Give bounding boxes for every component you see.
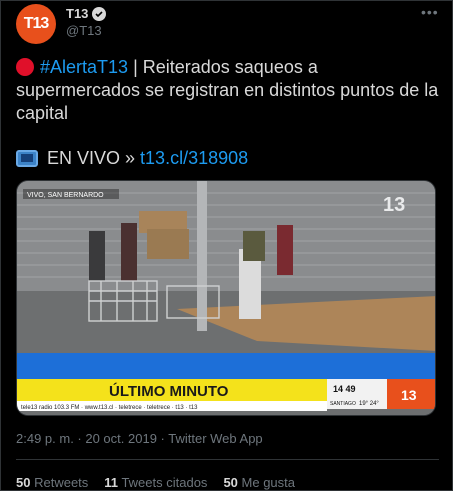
clock-readout: 14 49 xyxy=(333,384,356,394)
live-link[interactable]: t13.cl/318908 xyxy=(140,148,248,169)
quote-tweets-stat[interactable]: 11 Tweets citados xyxy=(104,475,207,490)
engagement-stats: 50 Retweets 11 Tweets citados 50 Me gust… xyxy=(16,475,295,490)
media-video[interactable]: VIVO, SAN BERNARDO 13 ÚLTIMO MINUTO 14 4… xyxy=(16,180,436,416)
live-label: EN VIVO » xyxy=(47,148,136,168)
likes-stat[interactable]: 50 Me gusta xyxy=(223,475,295,490)
ticker-text: tele13 radio 103.3 FM · www.t13.cl · tel… xyxy=(21,405,198,411)
television-icon xyxy=(16,150,38,167)
retweets-label: Retweets xyxy=(34,475,89,490)
name-row: T13 xyxy=(66,6,107,21)
quote-tweets-count: 11 xyxy=(104,475,119,490)
location-tag: VIVO, SAN BERNARDO xyxy=(27,192,104,199)
avatar[interactable]: T13 xyxy=(16,4,56,44)
live-row: EN VIVO » t13.cl/318908 xyxy=(16,148,248,169)
red-circle-icon xyxy=(16,58,34,76)
channel-watermark: 13 xyxy=(383,194,405,216)
likes-count: 50 xyxy=(223,475,238,490)
banner-logo: 13 xyxy=(401,387,417,403)
tweet-card: T13 T13 @T13 ••• #AlertaT13 | Reiterados… xyxy=(0,0,453,491)
retweets-stat[interactable]: 50 Retweets xyxy=(16,475,88,490)
banner-text: ÚLTIMO MINUTO xyxy=(109,382,229,400)
video-frame: VIVO, SAN BERNARDO 13 ÚLTIMO MINUTO 14 4… xyxy=(17,181,435,415)
avatar-logo-text: T13 xyxy=(23,15,50,32)
quote-tweets-label: Tweets citados xyxy=(121,475,208,490)
hashtag-link[interactable]: #AlertaT13 xyxy=(40,57,128,77)
city-label: SANTIAGO xyxy=(330,401,356,407)
tweet-text: #AlertaT13 | Reiterados saqueos a superm… xyxy=(16,56,441,125)
more-options-icon[interactable]: ••• xyxy=(421,5,438,19)
retweets-count: 50 xyxy=(16,475,31,490)
verified-badge-icon xyxy=(92,6,107,21)
tweet-timestamp[interactable]: 2:49 p. m. · 20 oct. 2019 · Twitter Web … xyxy=(16,431,263,446)
divider xyxy=(16,459,439,460)
display-name[interactable]: T13 xyxy=(66,6,88,21)
likes-label: Me gusta xyxy=(241,475,296,490)
handle[interactable]: @T13 xyxy=(66,23,102,38)
temperature-readout: 19° 24° xyxy=(359,401,379,407)
